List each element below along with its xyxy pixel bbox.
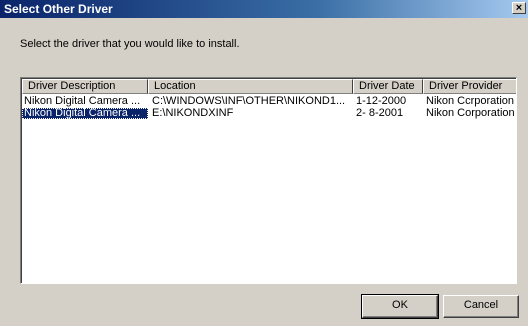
table-row-selected[interactable]: Nikon Digital Camera ... E:\NIKONDXINF 2… [22, 108, 516, 119]
column-header-driver-provider[interactable]: Driver Provider [423, 79, 516, 94]
driver-description-cell: Nikon Digital Camera ... [22, 108, 148, 119]
driver-provider-cell: Nikon Ccrporation [426, 96, 515, 107]
driver-date-cell: 1-12-2000 [356, 96, 407, 107]
title-bar[interactable]: Select Other Driver × [0, 0, 528, 18]
location-cell: C:\WINDOWS\INF\OTHER\NIKOND1... [152, 96, 346, 107]
location-cell: E:\NIKONDXINF [152, 108, 234, 119]
close-icon[interactable]: × [512, 2, 526, 14]
instruction-text: Select the driver that you would like to… [20, 38, 240, 50]
driver-date-cell: 2- 8-2001 [356, 108, 404, 119]
window-title: Select Other Driver [4, 2, 113, 16]
driver-description-cell: Nikon Digital Camera ... [24, 96, 141, 107]
table-row[interactable]: Nikon Digital Camera ... C:\WINDOWS\INF\… [22, 96, 516, 107]
select-other-driver-dialog: Select Other Driver × Select the driver … [0, 0, 528, 326]
list-header: Driver Description Location Driver Date … [22, 79, 516, 94]
column-header-driver-description[interactable]: Driver Description [22, 79, 148, 94]
column-header-location[interactable]: Location [148, 79, 353, 94]
driver-list[interactable]: Driver Description Location Driver Date … [20, 77, 517, 284]
driver-provider-cell: Nikon Corporation [426, 108, 515, 119]
column-header-driver-date[interactable]: Driver Date [353, 79, 423, 94]
cancel-button[interactable]: Cancel [443, 295, 519, 318]
ok-button[interactable]: OK [361, 294, 439, 319]
